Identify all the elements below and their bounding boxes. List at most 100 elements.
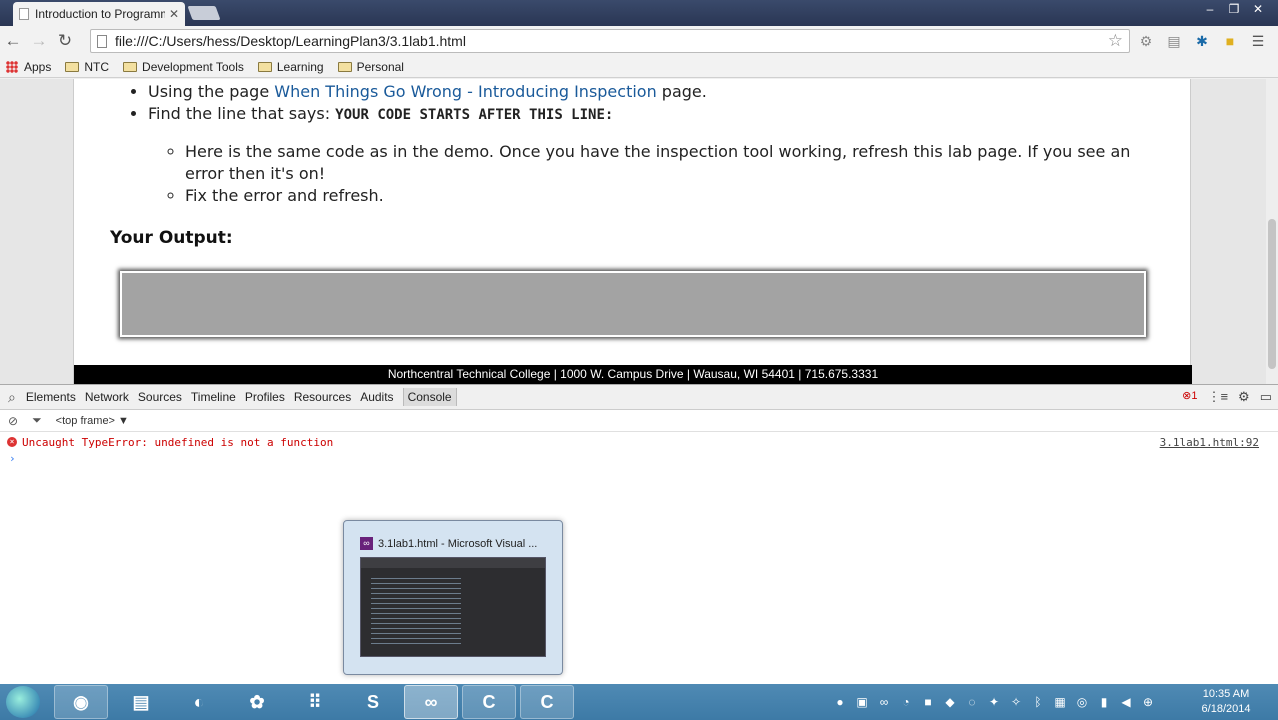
visual-studio-icon: ∞: [360, 537, 373, 550]
camtasia-icon[interactable]: C: [462, 685, 516, 719]
start-button[interactable]: [6, 686, 40, 718]
close-window-button[interactable]: ✕: [1246, 0, 1270, 18]
folder-icon: [337, 61, 352, 72]
tray-icon[interactable]: ■: [920, 695, 936, 709]
address-url[interactable]: file:///C:/Users/hess/Desktop/LearningPl…: [115, 33, 1108, 49]
filter-icon[interactable]: ⏷: [32, 413, 42, 428]
list-item: Here is the same code as in the demo. On…: [185, 141, 1145, 185]
bookmark-folder-learning[interactable]: Learning: [257, 59, 324, 74]
bluetooth-icon[interactable]: ᛒ: [1030, 695, 1046, 709]
tab-sources[interactable]: Sources: [138, 390, 182, 404]
dock-icon[interactable]: ▭: [1260, 389, 1272, 405]
devtools-tabbar: ⌕ Elements Network Sources Timeline Prof…: [0, 385, 1278, 410]
window-controls: ‒ ❐ ✕: [1198, 0, 1270, 18]
bookmark-folder-personal[interactable]: Personal: [337, 60, 404, 74]
bookmark-label: Development Tools: [142, 59, 244, 74]
tray-icon[interactable]: ✦: [986, 695, 1002, 709]
tray-icon[interactable]: ▣: [854, 695, 870, 709]
error-count: 1: [1191, 390, 1198, 402]
tab-audits[interactable]: Audits: [360, 390, 393, 404]
frame-selector[interactable]: <top frame> ▼: [56, 415, 129, 427]
extension-icon[interactable]: ▤: [1164, 31, 1184, 51]
browser-toolbar: ← → ↻ file:///C:/Users/hess/Desktop/Lear…: [0, 26, 1278, 56]
list-item: Fix the error and refresh.: [185, 185, 1145, 207]
error-count-badge[interactable]: ⊗1: [1182, 389, 1197, 405]
error-source-link[interactable]: 3.1lab1.html:92: [1160, 436, 1259, 449]
devtools-panel: ⌕ Elements Network Sources Timeline Prof…: [0, 384, 1278, 684]
folder-icon: [65, 61, 80, 72]
list-item: Using the page When Things Go Wrong - In…: [148, 81, 707, 103]
tray-icon[interactable]: ●: [832, 695, 848, 709]
instruction-text: Find the line that says:: [148, 104, 336, 123]
restore-button[interactable]: ❐: [1222, 0, 1246, 18]
extension-icon[interactable]: ⚙: [1136, 31, 1156, 51]
page-body: Using the page When Things Go Wrong - In…: [73, 79, 1192, 384]
address-bar[interactable]: file:///C:/Users/hess/Desktop/LearningPl…: [90, 29, 1130, 53]
reload-button[interactable]: ↻: [52, 31, 78, 51]
tray-icon[interactable]: ▦: [1052, 695, 1068, 709]
extension-icon[interactable]: ✱: [1192, 31, 1212, 51]
visual-studio-taskbar-icon[interactable]: ∞: [404, 685, 458, 719]
settings-gear-icon[interactable]: ⚙: [1238, 389, 1250, 405]
folder-icon: [123, 61, 138, 72]
drawer-icon[interactable]: ⋮≡: [1207, 389, 1228, 405]
app-launcher-icon[interactable]: ✿: [230, 685, 284, 719]
browser-tab[interactable]: Introduction to Programm ✕: [13, 2, 185, 26]
console-prompt[interactable]: ›: [0, 452, 1278, 465]
tab-resources[interactable]: Resources: [294, 390, 351, 404]
tab-close-icon[interactable]: ✕: [169, 7, 179, 21]
tab-profiles[interactable]: Profiles: [245, 390, 285, 404]
page-icon: [97, 34, 107, 48]
page-viewport: Using the page When Things Go Wrong - In…: [0, 79, 1278, 384]
scrollbar-thumb[interactable]: [1268, 219, 1276, 369]
apps-grid-icon: [6, 60, 18, 73]
minimize-button[interactable]: ‒: [1198, 0, 1222, 18]
inspection-page-link[interactable]: When Things Go Wrong - Introducing Inspe…: [274, 82, 656, 101]
windows-taskbar: ◉ ▤ ◐ ✿ ⠿ S ∞ C C ● ▣ ∞ ◔ ■ ◆ ◌ ✦ ✧ ᛒ ▦ …: [0, 684, 1278, 720]
file-explorer-icon[interactable]: ▤: [114, 685, 168, 719]
tab-elements[interactable]: Elements: [26, 390, 76, 404]
chrome-icon[interactable]: ◉: [54, 685, 108, 719]
extension-icon[interactable]: ■: [1220, 31, 1240, 51]
taskbar-thumbnail-preview[interactable]: ∞ 3.1lab1.html - Microsoft Visual ...: [343, 520, 563, 675]
apps-grid-taskbar-icon[interactable]: ⠿: [288, 685, 342, 719]
skype-icon[interactable]: S: [346, 685, 400, 719]
battery-icon[interactable]: ▮: [1096, 695, 1112, 709]
new-tab-button[interactable]: [187, 6, 221, 20]
menu-icon[interactable]: ☰: [1248, 31, 1268, 51]
camtasia-recorder-icon[interactable]: C: [520, 685, 574, 719]
preview-title-text: 3.1lab1.html - Microsoft Visual ...: [378, 537, 538, 550]
volume-icon[interactable]: ◀: [1118, 695, 1134, 709]
tab-network[interactable]: Network: [85, 390, 129, 404]
bookmark-label: Learning: [276, 59, 324, 74]
preview-window-thumbnail[interactable]: [360, 557, 546, 657]
instruction-text: Using the page: [148, 82, 275, 101]
tab-title: Introduction to Programm: [35, 7, 165, 21]
tab-timeline[interactable]: Timeline: [191, 390, 236, 404]
tray-icon[interactable]: ◎: [1074, 695, 1090, 709]
system-clock[interactable]: 10:35 AM 6/18/2014: [1188, 687, 1264, 717]
tray-icon[interactable]: ◔: [898, 695, 914, 709]
back-button[interactable]: ←: [0, 31, 26, 51]
inspect-search-icon[interactable]: ⌕: [8, 389, 16, 406]
tab-console[interactable]: Console: [402, 388, 457, 406]
instructions-list: Using the page When Things Go Wrong - In…: [148, 81, 707, 126]
instruction-text: page.: [656, 82, 707, 101]
network-icon[interactable]: ⊕: [1140, 695, 1156, 709]
tray-icon[interactable]: ✧: [1008, 695, 1024, 709]
console-error-text: Uncaught TypeError: undefined is not a f…: [22, 435, 334, 449]
firefox-icon[interactable]: ◐: [172, 685, 226, 719]
list-item: Find the line that says: YOUR CODE START…: [148, 103, 707, 126]
bookmark-folder-development-tools[interactable]: Development Tools: [123, 60, 244, 74]
bookmarks-bar: Apps NTC Development Tools Learning Pers…: [0, 56, 1278, 78]
bookmark-apps[interactable]: Apps: [6, 60, 51, 74]
tray-icon[interactable]: ∞: [876, 695, 892, 709]
tray-icon[interactable]: ◌: [964, 695, 980, 709]
page-scrollbar[interactable]: [1266, 79, 1278, 384]
thumbnail-code-lines: [371, 574, 461, 644]
forward-button[interactable]: →: [26, 31, 52, 51]
clear-console-icon[interactable]: ⊘: [8, 414, 18, 428]
tray-icon[interactable]: ◆: [942, 695, 958, 709]
bookmark-star-icon[interactable]: ☆: [1108, 31, 1123, 51]
bookmark-folder-ntc[interactable]: NTC: [65, 60, 109, 74]
